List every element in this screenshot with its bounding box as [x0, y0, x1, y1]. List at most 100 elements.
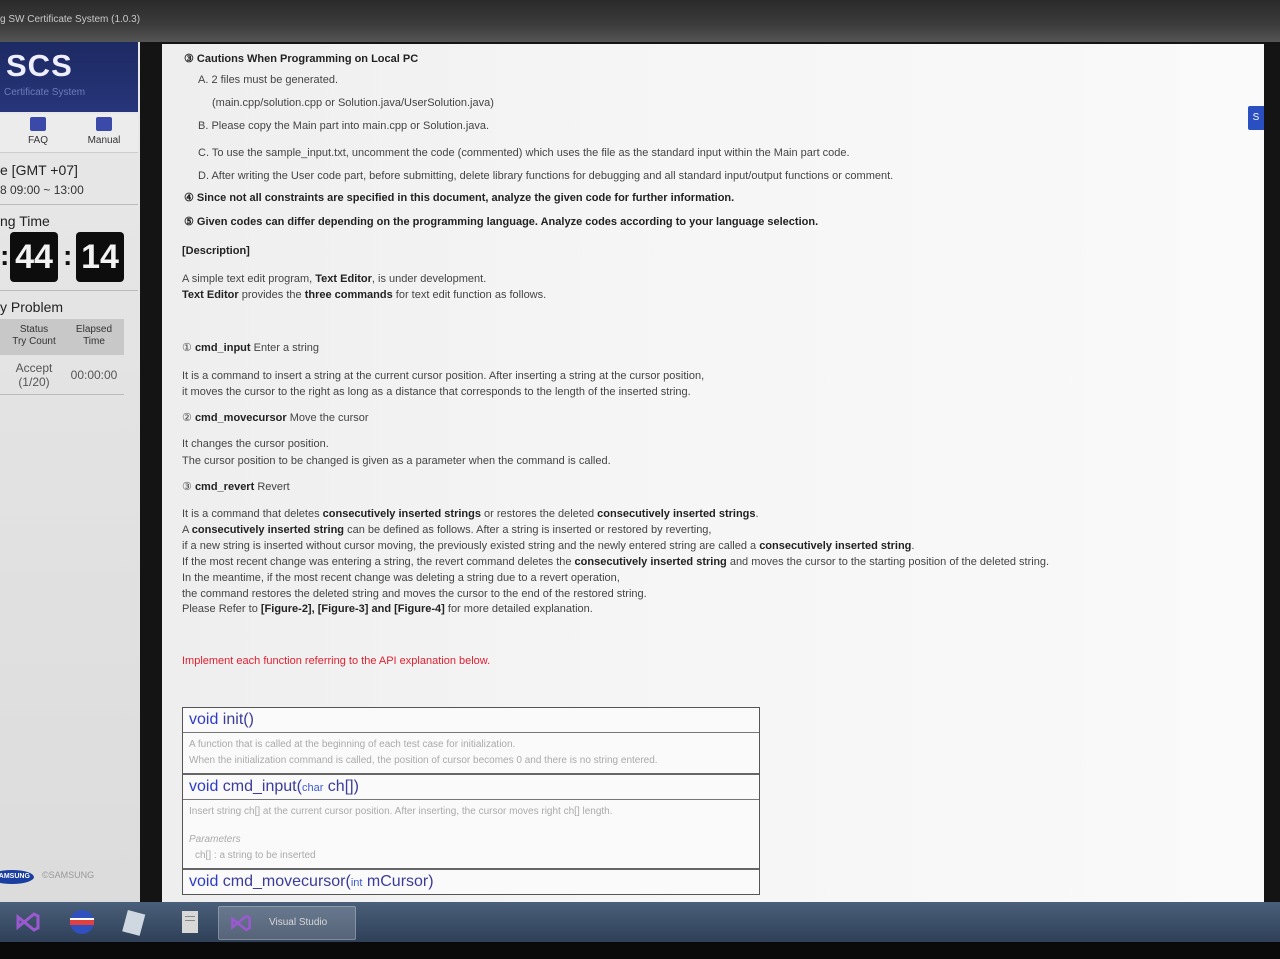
- desc1-post: , is under development.: [371, 273, 487, 285]
- param-name: ch[]): [323, 778, 359, 795]
- r3-bold: consecutively inserted string: [759, 540, 912, 552]
- cmd3-name: cmd_revert: [194, 481, 255, 493]
- cmd3-num: ③: [182, 481, 192, 493]
- revert-line-2: A consecutively inserted string can be d…: [182, 524, 711, 536]
- desc2-bold-2: three commands: [304, 289, 393, 301]
- func-name: cmd_input(: [218, 778, 302, 795]
- r7-pre: Please Refer to: [182, 603, 261, 615]
- desc2-mid: provides the: [238, 289, 305, 301]
- r3-post: .: [911, 540, 915, 552]
- description-line-2: Text Editor provides the three commands …: [182, 289, 546, 301]
- api-cmd-input-line-1: Insert string ch[] at the current cursor…: [189, 806, 613, 817]
- r2-bold: consecutively inserted string: [191, 524, 345, 536]
- caution-c: C. To use the sample_input.txt, uncommen…: [198, 147, 850, 159]
- r4-pre: If the most recent change was entering a…: [182, 556, 575, 568]
- nav-manual-button[interactable]: Manual: [80, 114, 128, 152]
- caution-d: D. After writing the User code part, bef…: [198, 170, 894, 182]
- api-init-line-2: When the initialization command is calle…: [189, 755, 658, 766]
- visual-studio-icon[interactable]: [14, 908, 42, 936]
- note-5: ⑤ Given codes can differ depending on th…: [184, 216, 819, 228]
- cmd2-desc: Move the cursor: [289, 412, 369, 424]
- caution-b: B. Please copy the Main part into main.c…: [198, 120, 490, 132]
- r7-bold: [Figure-2], [Figure-3] and [Figure-4]: [260, 603, 445, 615]
- side-tab-button[interactable]: S: [1248, 106, 1264, 130]
- window-titlebar: g SW Certificate System (1.0.3): [0, 0, 1280, 42]
- divider: [0, 204, 138, 205]
- cmd3-desc: Revert: [257, 481, 290, 493]
- browser-icon[interactable]: [68, 908, 96, 936]
- document-icon[interactable]: [176, 908, 204, 936]
- notepad-icon[interactable]: [120, 908, 148, 936]
- cmd2-name: cmd_movecursor: [194, 412, 287, 424]
- r1-mid: or restores the deleted: [480, 508, 598, 520]
- parameters-label: Parameters: [189, 834, 241, 845]
- window-title: g SW Certificate System (1.0.3): [0, 14, 141, 25]
- api-init-line-1: A function that is called at the beginni…: [189, 739, 516, 750]
- timer-colon: :: [63, 240, 73, 271]
- implement-note: Implement each function referring to the…: [182, 655, 491, 667]
- r1-bold-2: consecutively inserted strings: [597, 508, 756, 520]
- cmd2-line-2: The cursor position to be changed is giv…: [182, 455, 611, 467]
- parameter-ch: ch[] : a string to be inserted: [195, 850, 316, 861]
- problem-table-header: Status Try Count Elapsed Time: [0, 319, 124, 355]
- cmd1-heading: ① cmd_input Enter a string: [182, 341, 319, 354]
- logo-subtitle: Certificate System: [4, 87, 86, 98]
- app-logo: SCS Certificate System: [0, 42, 138, 112]
- param-name: mCursor): [362, 873, 434, 890]
- r3-pre: if a new string is inserted without curs…: [182, 540, 760, 552]
- cautions-title: ③ Cautions When Programming on Local PC: [184, 53, 419, 65]
- sidebar-nav: FAQ Manual: [0, 114, 138, 153]
- timer-minutes: 44: [10, 232, 58, 282]
- divider: [0, 290, 138, 291]
- revert-line-3: if a new string is inserted without curs…: [182, 540, 914, 552]
- revert-line-7: Please Refer to [Figure-2], [Figure-3] a…: [182, 603, 593, 615]
- api-init-body: A function that is called at the beginni…: [183, 733, 759, 775]
- caution-a2: (main.cpp/solution.cpp or Solution.java/…: [212, 97, 494, 109]
- desc2-post: for text edit function as follows.: [392, 289, 547, 301]
- divider: [0, 394, 124, 395]
- logo-text: SCS: [6, 48, 73, 83]
- manual-icon: [96, 117, 112, 131]
- r1-post: .: [755, 508, 759, 520]
- cmd1-line-2: it moves the cursor to the right as long…: [182, 386, 691, 398]
- param-type: char: [301, 782, 324, 794]
- r2-post: can be defined as follows. After a strin…: [344, 524, 712, 536]
- param-type: int: [350, 877, 363, 889]
- cmd1-desc: Enter a string: [253, 342, 320, 354]
- void-keyword: void: [189, 711, 219, 728]
- timer-colon: :: [0, 240, 10, 271]
- api-table: void init() A function that is called at…: [182, 707, 760, 895]
- r4-bold: consecutively inserted string: [574, 556, 727, 568]
- r7-post: for more detailed explanation.: [444, 603, 593, 615]
- description-title: [Description]: [182, 245, 250, 257]
- cmd2-line-1: It changes the cursor position.: [182, 438, 329, 450]
- caution-a: A. 2 files must be generated.: [198, 74, 339, 86]
- visual-studio-icon: [231, 914, 251, 932]
- cmd1-line-1: It is a command to insert a string at th…: [182, 370, 705, 382]
- remaining-time-label: ng Time: [0, 213, 50, 229]
- cmd2-num: ②: [182, 412, 192, 424]
- samsung-logo: SAMSUNG: [0, 870, 34, 884]
- revert-line-1: It is a command that deletes consecutive…: [182, 508, 759, 520]
- api-cmd-movecursor-signature: void cmd_movecursor(int mCursor): [183, 870, 759, 894]
- func-name: init(): [218, 711, 254, 728]
- taskbar-active-label: Visual Studio: [269, 917, 328, 928]
- monitor-bezel: [0, 942, 1280, 959]
- problem-row[interactable]: Accept (1/20) 00:00:00: [0, 358, 124, 394]
- cmd1-num: ①: [182, 342, 192, 354]
- taskbar: Visual Studio: [0, 902, 1280, 942]
- r2-pre: A: [182, 524, 192, 536]
- nav-faq-button[interactable]: FAQ: [20, 114, 56, 152]
- r1-pre: It is a command that deletes: [182, 508, 323, 520]
- api-init-signature: void init(): [183, 708, 759, 733]
- note-4: ④ Since not all constraints are specifie…: [184, 192, 735, 204]
- header-status: Status Try Count: [12, 324, 56, 347]
- desc2-bold-1: Text Editor: [182, 289, 239, 301]
- desc1-bold: Text Editor: [315, 273, 372, 285]
- taskbar-visual-studio-button[interactable]: Visual Studio: [218, 906, 356, 940]
- problem-label: y Problem: [0, 299, 64, 315]
- timer-seconds: 14: [76, 232, 124, 282]
- desc1-pre: A simple text edit program,: [182, 273, 316, 285]
- cmd2-heading: ② cmd_movecursor Move the cursor: [182, 411, 369, 424]
